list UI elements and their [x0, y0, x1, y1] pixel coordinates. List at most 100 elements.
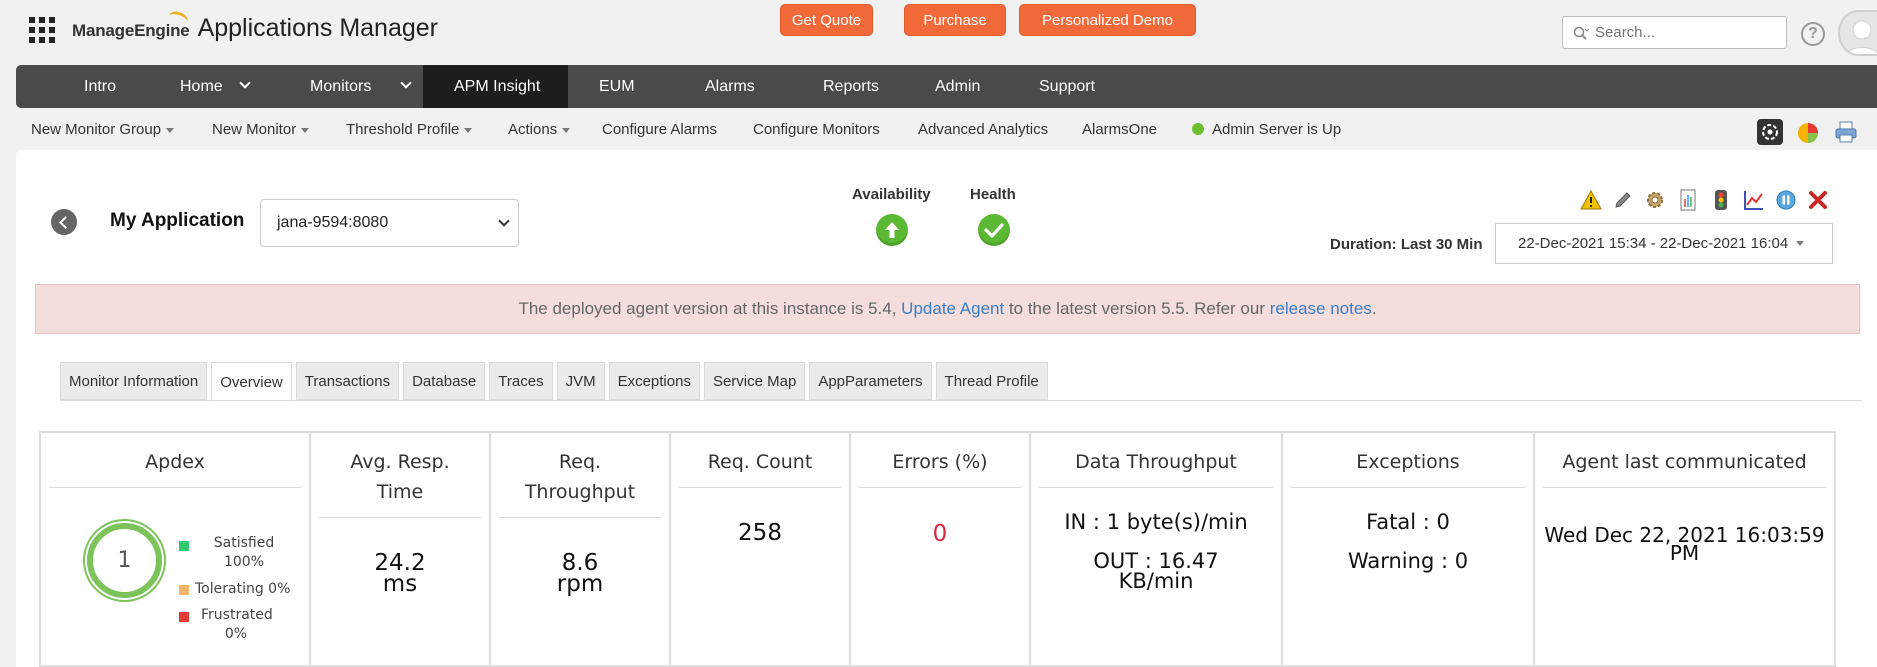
metric-exceptions[interactable]: Exceptions Fatal : 0 Warning : 0 [1283, 433, 1535, 665]
threshold-profile-menu[interactable]: Threshold Profile [346, 121, 473, 138]
edit-pencil-icon[interactable] [1611, 188, 1635, 212]
personalized-demo-button[interactable]: Personalized Demo [1019, 4, 1196, 36]
banner-text-1: The deployed agent version at this insta… [518, 299, 902, 318]
configure-monitors-link[interactable]: Configure Monitors [753, 121, 880, 138]
nav-apm-insight[interactable]: APM Insight [423, 65, 568, 108]
frustrated-pct: 0% [224, 626, 248, 642]
caret-down-icon [301, 127, 310, 133]
tab-thread-profile[interactable]: Thread Profile [935, 362, 1048, 400]
availability-up-icon[interactable] [876, 214, 908, 246]
report-icon[interactable] [1676, 188, 1700, 212]
metric-avg-response-time[interactable]: Avg. Resp. Time 24.2 ms [311, 433, 491, 665]
nav-monitors-label: Monitors [310, 77, 372, 95]
tab-jvm[interactable]: JVM [556, 362, 605, 400]
user-avatar-icon [1845, 20, 1877, 54]
avg-resp-title-line1: Avg. Resp. [350, 451, 450, 473]
nav-eum-label: EUM [599, 77, 635, 95]
nav-eum[interactable]: EUM [568, 65, 672, 108]
fatal-count: Fatal : 0 [1366, 510, 1450, 534]
chevron-down-icon [498, 215, 510, 227]
nav-home[interactable]: Home [134, 65, 263, 108]
health-ok-icon[interactable] [978, 214, 1010, 246]
tab-bar: Monitor Information Overview Transaction… [60, 362, 1052, 402]
nav-support-label: Support [1039, 77, 1096, 95]
apdex-title: Apdex [49, 447, 301, 488]
alarmsone-link[interactable]: AlarmsOne [1082, 121, 1157, 138]
help-icon[interactable]: ? [1801, 22, 1825, 46]
nav-home-label: Home [180, 77, 223, 95]
new-monitor-group-menu[interactable]: New Monitor Group [31, 121, 175, 138]
nav-reports-label: Reports [823, 77, 880, 95]
agent-update-banner: The deployed agent version at this insta… [35, 284, 1860, 334]
server-status-label: Admin Server is Up [1212, 121, 1342, 138]
search-input[interactable] [1595, 24, 1775, 41]
nav-intro[interactable]: Intro [16, 65, 134, 108]
warning-icon[interactable] [1579, 188, 1603, 212]
pie-chart-icon[interactable] [1795, 119, 1821, 145]
brand-logo[interactable]: ManageEngine Applications Manager [72, 9, 438, 43]
tab-monitor-information[interactable]: Monitor Information [60, 362, 208, 400]
graph-icon[interactable] [1742, 188, 1766, 212]
chevron-down-icon[interactable] [239, 77, 251, 89]
avg-resp-title: Avg. Resp. Time [319, 447, 481, 518]
delete-icon[interactable] [1806, 188, 1830, 212]
brand-product: Applications Manager [197, 14, 438, 42]
tab-appparameters[interactable]: AppParameters [809, 362, 932, 400]
actions-menu[interactable]: Actions [508, 121, 571, 138]
app-launcher-icon[interactable] [29, 17, 55, 43]
duration-label: Duration: Last 30 Min [1330, 236, 1483, 253]
tab-overview[interactable]: Overview [211, 362, 292, 402]
metric-errors[interactable]: Errors (%) 0 [851, 433, 1031, 665]
new-monitor-group-label: New Monitor Group [31, 121, 162, 138]
nav-reports[interactable]: Reports [790, 65, 905, 108]
tab-traces[interactable]: Traces [489, 362, 553, 400]
metric-request-count[interactable]: Req. Count 258 [671, 433, 851, 665]
nav-admin[interactable]: Admin [905, 65, 1017, 108]
metric-request-throughput[interactable]: Req. Throughput 8.6 rpm [491, 433, 671, 665]
chevron-down-icon[interactable] [400, 77, 412, 89]
nav-apm-insight-label: APM Insight [454, 77, 541, 95]
throughput-title: Req. Throughput [499, 447, 661, 518]
metric-apdex[interactable]: Apdex 1 Satisfied 100% Tolerating 0% Fru… [41, 433, 311, 665]
new-monitor-menu[interactable]: New Monitor [212, 121, 310, 138]
nav-support[interactable]: Support [1017, 65, 1137, 108]
instance-select[interactable]: jana-9594:8080 [260, 199, 519, 247]
avg-resp-unit: ms [382, 571, 418, 597]
tab-transactions[interactable]: Transactions [295, 362, 400, 400]
nav-monitors[interactable]: Monitors [263, 65, 423, 108]
health-label: Health [970, 186, 1016, 203]
duration-select[interactable]: 22-Dec-2021 15:34 - 22-Dec-2021 16:04 [1495, 223, 1833, 264]
agent-value-line2: PM [1669, 541, 1700, 565]
threshold-profile-label: Threshold Profile [346, 121, 460, 138]
apdex-score: 1 [87, 523, 162, 598]
purchase-button[interactable]: Purchase [904, 4, 1006, 36]
get-quote-button[interactable]: Get Quote [780, 4, 873, 36]
banner-text-2: to the latest version 5.5. Refer our [1004, 299, 1270, 318]
printer-icon[interactable] [1833, 119, 1859, 145]
advanced-analytics-link[interactable]: Advanced Analytics [918, 121, 1048, 138]
nav-alarms[interactable]: Alarms [672, 65, 790, 108]
tab-service-map[interactable]: Service Map [703, 362, 806, 400]
back-arrow-icon[interactable] [51, 209, 77, 235]
traffic-light-icon[interactable] [1709, 188, 1733, 212]
satisfied-pct: 100% [223, 554, 265, 570]
release-notes-link[interactable]: release notes [1270, 299, 1372, 319]
frustrated-label: Frustrated [201, 607, 273, 623]
tab-exceptions[interactable]: Exceptions [608, 362, 700, 400]
metric-data-throughput[interactable]: Data Throughput IN : 1 byte(s)/min OUT :… [1031, 433, 1283, 665]
nav-intro-label: Intro [84, 77, 117, 95]
pause-icon[interactable] [1774, 188, 1798, 212]
avatar[interactable] [1838, 10, 1877, 56]
update-agent-link[interactable]: Update Agent [901, 299, 1004, 319]
configure-alarms-link[interactable]: Configure Alarms [602, 121, 717, 138]
configure-gear-icon[interactable] [1643, 188, 1667, 212]
search-box [1562, 16, 1787, 49]
page-title: My Application [110, 210, 245, 231]
throughput-unit: rpm [556, 571, 604, 597]
satisfied-swatch [179, 541, 189, 551]
tab-database[interactable]: Database [403, 362, 486, 400]
legend-tolerating: Tolerating 0% [195, 581, 291, 597]
metric-agent-last-communicated[interactable]: Agent last communicated Wed Dec 22, 2021… [1535, 433, 1834, 665]
actions-label: Actions [508, 121, 558, 138]
settings-wheel-icon[interactable] [1757, 119, 1783, 145]
